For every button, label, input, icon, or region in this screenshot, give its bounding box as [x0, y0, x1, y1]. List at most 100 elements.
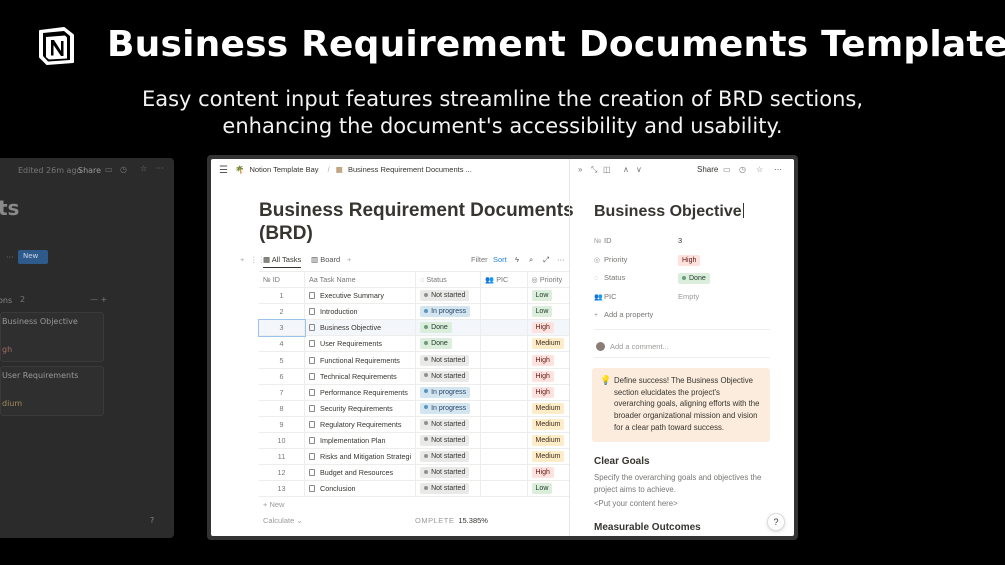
more-icon[interactable]: ··· [557, 255, 565, 264]
cell-task-name[interactable]: Risks and Mitigation Strategi [304, 448, 417, 466]
cell-task-name[interactable]: Regulatory Requirements [304, 416, 417, 433]
cell-pic[interactable] [480, 464, 528, 482]
menu-icon[interactable]: ☰ [219, 165, 228, 176]
cell-id[interactable]: 3 [258, 318, 306, 337]
cell-task-name[interactable]: Implementation Plan [304, 432, 417, 450]
property-pic-value[interactable]: Empty [678, 292, 699, 301]
cell-id[interactable]: 8 [259, 400, 305, 417]
cell-task-name[interactable]: Functional Requirements [304, 351, 417, 369]
cell-status[interactable]: Not started [415, 448, 482, 466]
column-header-id[interactable]: № ID [259, 270, 305, 289]
comment-icon[interactable]: ▭ [723, 165, 731, 174]
cell-task-name[interactable]: Technical Requirements [304, 368, 417, 385]
expand-icon[interactable]: ⤢ [543, 255, 549, 265]
breadcrumb-workspace[interactable]: Notion Template Bay [249, 165, 318, 174]
cell-id[interactable]: 10 [259, 432, 305, 450]
table-row[interactable]: 6 Technical Requirements Not started High [259, 368, 569, 385]
cell-priority[interactable]: High [527, 319, 569, 337]
property-status[interactable]: ◌ Status Done [594, 273, 784, 284]
peek-title[interactable]: Business Objective [594, 203, 744, 221]
cell-status[interactable]: Done [415, 335, 482, 353]
cell-task-name[interactable]: User Requirements [304, 335, 417, 353]
cell-priority[interactable]: Low [527, 287, 569, 305]
cell-status[interactable]: Not started [415, 368, 482, 385]
cell-priority[interactable]: Medium [527, 416, 569, 433]
table-row[interactable]: 5 Functional Requirements Not started High [259, 351, 569, 369]
cell-id[interactable]: 1 [259, 287, 305, 305]
property-status-value[interactable]: Done [678, 273, 710, 284]
cell-task-name[interactable]: Performance Requirements [304, 384, 417, 401]
cell-status[interactable]: Not started [415, 480, 482, 498]
cell-priority[interactable]: Low [527, 480, 569, 498]
share-button[interactable]: Share [697, 165, 718, 174]
calculate-button[interactable]: Calculate ⌄ [263, 516, 303, 525]
column-header-pic[interactable]: 👥 PIC [480, 270, 528, 289]
clock-icon[interactable]: ◷ [739, 165, 746, 174]
cell-priority[interactable]: High [527, 464, 569, 482]
cell-priority[interactable]: Medium [527, 400, 569, 417]
cell-id[interactable]: 2 [259, 303, 305, 321]
property-pic[interactable]: 👥PIC Empty [594, 292, 784, 301]
search-icon[interactable]: ⌕ [529, 255, 533, 265]
star-icon[interactable]: ☆ [756, 165, 763, 174]
cell-pic[interactable] [480, 432, 528, 450]
help-icon[interactable]: ? [767, 513, 785, 531]
cell-status[interactable]: In progress [415, 384, 482, 401]
cell-pic[interactable] [480, 448, 528, 466]
cell-id[interactable]: 11 [259, 448, 305, 466]
column-header-task-name[interactable]: Aa Task Name [304, 270, 417, 289]
cell-status[interactable]: Not started [415, 416, 482, 433]
content-placeholder[interactable]: <Put your content here> [594, 498, 774, 510]
table-row[interactable]: 8 Security Requirements In progress Medium [259, 400, 569, 417]
cell-status[interactable]: Not started [415, 287, 482, 305]
next-icon[interactable]: ∨ [636, 165, 642, 174]
cell-id[interactable]: 7 [259, 384, 305, 401]
property-priority[interactable]: ◎ Priority High [594, 255, 784, 266]
add-property-button[interactable]: + Add a property [594, 310, 784, 319]
cell-pic[interactable] [480, 416, 528, 433]
table-row[interactable]: 4 User Requirements Done Medium [259, 335, 569, 353]
cell-priority[interactable]: Medium [527, 432, 569, 450]
cell-id[interactable]: 5 [259, 351, 305, 369]
cell-priority[interactable]: Medium [527, 448, 569, 466]
cell-id[interactable]: 9 [259, 416, 305, 433]
property-id[interactable]: № ID 3 [594, 236, 784, 245]
heading-clear-goals[interactable]: Clear Goals [594, 456, 650, 467]
table-row[interactable]: 7 Performance Requirements In progress High [259, 384, 569, 401]
cell-pic[interactable] [480, 303, 528, 321]
breadcrumb-page[interactable]: Business Requirement Documents ... [348, 165, 472, 174]
column-header-status[interactable]: ◌ Status [415, 270, 482, 289]
table-row[interactable]: 10 Implementation Plan Not started Medium [259, 432, 569, 450]
cell-status[interactable]: Not started [415, 464, 482, 482]
cell-priority[interactable]: High [527, 368, 569, 385]
heading-measurable-outcomes[interactable]: Measurable Outcomes [594, 522, 701, 533]
cell-pic[interactable] [480, 480, 528, 498]
add-view-icon[interactable]: + [347, 255, 351, 264]
cell-status[interactable]: In progress [415, 400, 482, 417]
cell-pic[interactable] [480, 351, 528, 369]
cell-task-name[interactable]: Business Objective [304, 319, 417, 337]
cell-status[interactable]: Not started [415, 432, 482, 450]
sort-button[interactable]: Sort [493, 255, 507, 264]
side-peek-icon[interactable]: ◫ [603, 165, 611, 174]
add-icon[interactable]: + [240, 255, 244, 264]
close-peek-icon[interactable]: » [578, 165, 582, 174]
cell-pic[interactable] [480, 335, 528, 353]
cell-id[interactable]: 13 [259, 480, 305, 498]
cell-status[interactable]: In progress [415, 303, 482, 321]
cell-priority[interactable]: High [527, 384, 569, 401]
page-title[interactable]: Business Requirement Documents (BRD) [259, 199, 579, 245]
column-header-priority[interactable]: ◎ Priority [527, 270, 569, 289]
tab-board[interactable]: ▥ Board [311, 255, 340, 264]
table-row[interactable]: 3 Business Objective Done High [258, 318, 569, 337]
cell-status[interactable]: Not started [415, 351, 482, 369]
cell-task-name[interactable]: Budget and Resources [304, 464, 417, 482]
previous-icon[interactable]: ∧ [623, 165, 629, 174]
cell-task-name[interactable]: Executive Summary [304, 287, 417, 305]
table-row[interactable]: 2 Introduction In progress Low [259, 303, 569, 321]
cell-pic[interactable] [480, 400, 528, 417]
table-row[interactable]: 1 Executive Summary Not started Low [259, 287, 569, 305]
cell-status[interactable]: Done [415, 319, 482, 337]
cell-id[interactable]: 12 [259, 464, 305, 482]
cell-task-name[interactable]: Introduction [304, 303, 417, 321]
